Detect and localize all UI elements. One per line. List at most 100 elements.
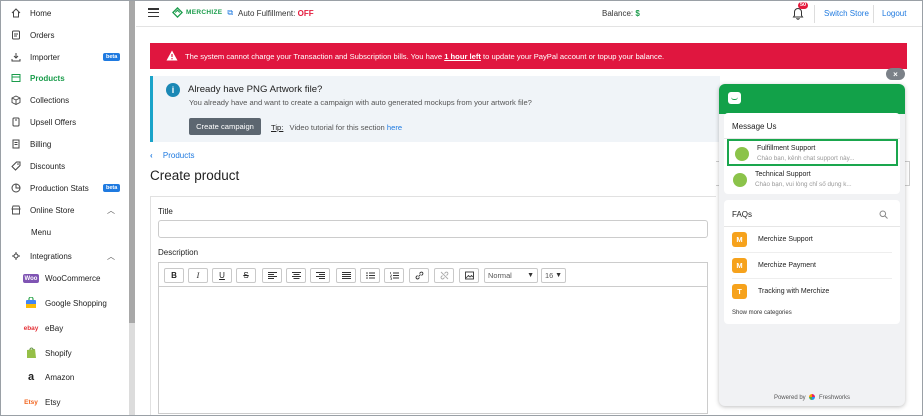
divider xyxy=(873,5,874,23)
breadcrumb-link[interactable]: Products xyxy=(163,151,195,160)
align-justify-button[interactable] xyxy=(336,268,356,283)
faqs-card: FAQs M Merchize Support M Merchize Payme… xyxy=(724,200,900,324)
sidebar-item-label: Amazon xyxy=(45,372,75,382)
insert-image-button[interactable] xyxy=(459,268,479,283)
insert-link-button[interactable] xyxy=(409,268,429,283)
align-right-icon xyxy=(315,272,325,279)
faq-label: Tracking with Merchize xyxy=(758,288,830,295)
conversation-fulfillment-support[interactable]: Fulfillment Support Chào bạn, kênh chat … xyxy=(727,139,898,166)
sidebar-item-billing[interactable]: Billing xyxy=(1,134,129,154)
sidebar-item-home[interactable]: Home xyxy=(1,3,129,23)
alert-text-before: The system cannot charge your Transactio… xyxy=(185,52,443,61)
divider xyxy=(814,5,815,23)
page-title: Create product xyxy=(150,168,240,183)
title-input[interactable] xyxy=(158,220,708,238)
align-left-button[interactable] xyxy=(262,268,282,283)
format-select[interactable]: Normal ▼ xyxy=(484,268,538,283)
search-icon[interactable] xyxy=(879,210,888,219)
sidebar-item-online-store[interactable]: Online Store ︿ xyxy=(1,200,129,220)
import-icon xyxy=(10,52,21,63)
faq-label: Merchize Support xyxy=(758,236,813,243)
conversation-preview: Chào bạn, vui lòng chỉ số dụng k... xyxy=(755,181,852,188)
divider xyxy=(732,252,892,253)
bullet-list-icon xyxy=(365,272,375,279)
powered-by-brand: Freshworks xyxy=(819,395,851,401)
home-icon xyxy=(10,8,21,19)
hamburger-menu-icon[interactable] xyxy=(148,8,159,18)
faq-item[interactable]: M Merchize Support xyxy=(732,230,897,250)
topbar: MERCHIZE ⧉ Auto Fulfillment: OFF Balance… xyxy=(136,1,922,27)
powered-by-label: Powered by xyxy=(773,395,806,401)
description-label: Description xyxy=(158,248,199,257)
sidebar-item-importer[interactable]: Importer beta xyxy=(1,47,129,67)
caret-down-icon: ▼ xyxy=(527,272,534,279)
sidebar-item-upsell-offers[interactable]: Upsell Offers xyxy=(1,112,129,132)
sidebar-item-production-stats[interactable]: Production Stats beta xyxy=(1,178,129,198)
conversation-technical-support[interactable]: Technical Support Chào bạn, vui lòng chỉ… xyxy=(727,167,898,194)
create-campaign-button[interactable]: Create campaign xyxy=(189,118,261,135)
notification-count-badge: 50 xyxy=(798,2,809,9)
switch-store-link[interactable]: Switch Store xyxy=(824,9,869,18)
billing-icon xyxy=(10,139,21,150)
scrollbar-thumb[interactable] xyxy=(129,1,135,323)
sidebar-item-woocommerce[interactable]: Woo WooCommerce xyxy=(1,268,129,288)
brand-logo[interactable]: MERCHIZE ⧉ xyxy=(172,7,233,18)
sidebar-item-discounts[interactable]: Discounts xyxy=(1,156,129,176)
auto-fulfillment-value: OFF xyxy=(297,9,314,18)
logout-link[interactable]: Logout xyxy=(882,9,906,18)
italic-button[interactable]: I xyxy=(188,268,208,283)
sidebar-item-ebay[interactable]: ebay eBay xyxy=(1,318,129,338)
message-us-title: Message Us xyxy=(732,122,777,131)
orders-icon xyxy=(10,30,21,41)
woocommerce-logo-icon: Woo xyxy=(23,274,39,283)
sidebar-item-label: Upsell Offers xyxy=(30,117,77,127)
sidebar-scrollbar[interactable] xyxy=(129,1,135,415)
sidebar-item-integrations[interactable]: Integrations ︿ xyxy=(1,246,129,266)
chevron-left-icon[interactable]: ‹ xyxy=(150,151,153,160)
sidebar-item-google-shopping[interactable]: Google Shopping xyxy=(1,293,129,313)
auto-fulfillment-label: Auto Fulfillment: xyxy=(238,9,296,18)
sidebar-item-menu[interactable]: Menu xyxy=(1,222,129,242)
tip-label: Tip: xyxy=(271,123,284,132)
sidebar-item-label: Production Stats xyxy=(30,183,89,193)
align-justify-icon xyxy=(341,272,351,279)
sidebar-item-collections[interactable]: Collections xyxy=(1,90,129,110)
sidebar-item-label: Billing xyxy=(30,139,52,149)
faq-item[interactable]: M Merchize Payment xyxy=(732,256,897,276)
app-window: Home Orders Importer beta Products Colle… xyxy=(0,0,923,416)
warning-icon xyxy=(166,50,178,61)
tip-here-link[interactable]: here xyxy=(387,123,402,132)
bullet-list-button[interactable] xyxy=(360,268,380,283)
numbered-list-button[interactable] xyxy=(384,268,404,283)
breadcrumb[interactable]: ‹ Products xyxy=(150,151,194,160)
chevron-up-icon[interactable]: ︿ xyxy=(107,251,115,262)
merchize-logo-icon xyxy=(172,7,183,18)
sidebar-item-shopify[interactable]: Shopify xyxy=(1,343,129,363)
banner-title: Already have PNG Artwork file? xyxy=(188,84,323,95)
external-link-icon[interactable]: ⧉ xyxy=(227,8,233,18)
sidebar-item-label: Discounts xyxy=(30,161,66,171)
editor-toolbar: B I U S Normal ▼ 16 ▼ xyxy=(158,262,708,287)
conversation-preview: Chào bạn, kênh chat support này... xyxy=(757,155,855,162)
underline-button[interactable]: U xyxy=(212,268,232,283)
sidebar-item-orders[interactable]: Orders xyxy=(1,25,129,45)
faq-item[interactable]: T Tracking with Merchize xyxy=(732,282,897,302)
remove-link-button[interactable] xyxy=(434,268,454,283)
etsy-logo-icon: Etsy xyxy=(24,398,38,406)
description-editor[interactable] xyxy=(158,286,708,414)
font-size-select[interactable]: 16 ▼ xyxy=(541,268,566,283)
sidebar-item-label: Orders xyxy=(30,30,55,40)
align-center-button[interactable] xyxy=(286,268,306,283)
align-right-button[interactable] xyxy=(310,268,330,283)
sidebar-item-etsy[interactable]: Etsy Etsy xyxy=(1,392,129,412)
ebay-logo-icon: ebay xyxy=(23,324,39,332)
bold-button[interactable]: B xyxy=(164,268,184,283)
strikethrough-button[interactable]: S xyxy=(236,268,256,283)
sidebar-item-amazon[interactable]: a Amazon xyxy=(1,367,129,387)
show-more-categories-link[interactable]: Show more categories xyxy=(732,310,792,316)
collections-icon xyxy=(10,95,21,106)
sidebar-item-products[interactable]: Products xyxy=(1,68,129,88)
chat-close-button[interactable]: × xyxy=(886,68,905,80)
brand-name: MERCHIZE xyxy=(186,9,223,16)
chevron-up-icon[interactable]: ︿ xyxy=(107,205,115,216)
